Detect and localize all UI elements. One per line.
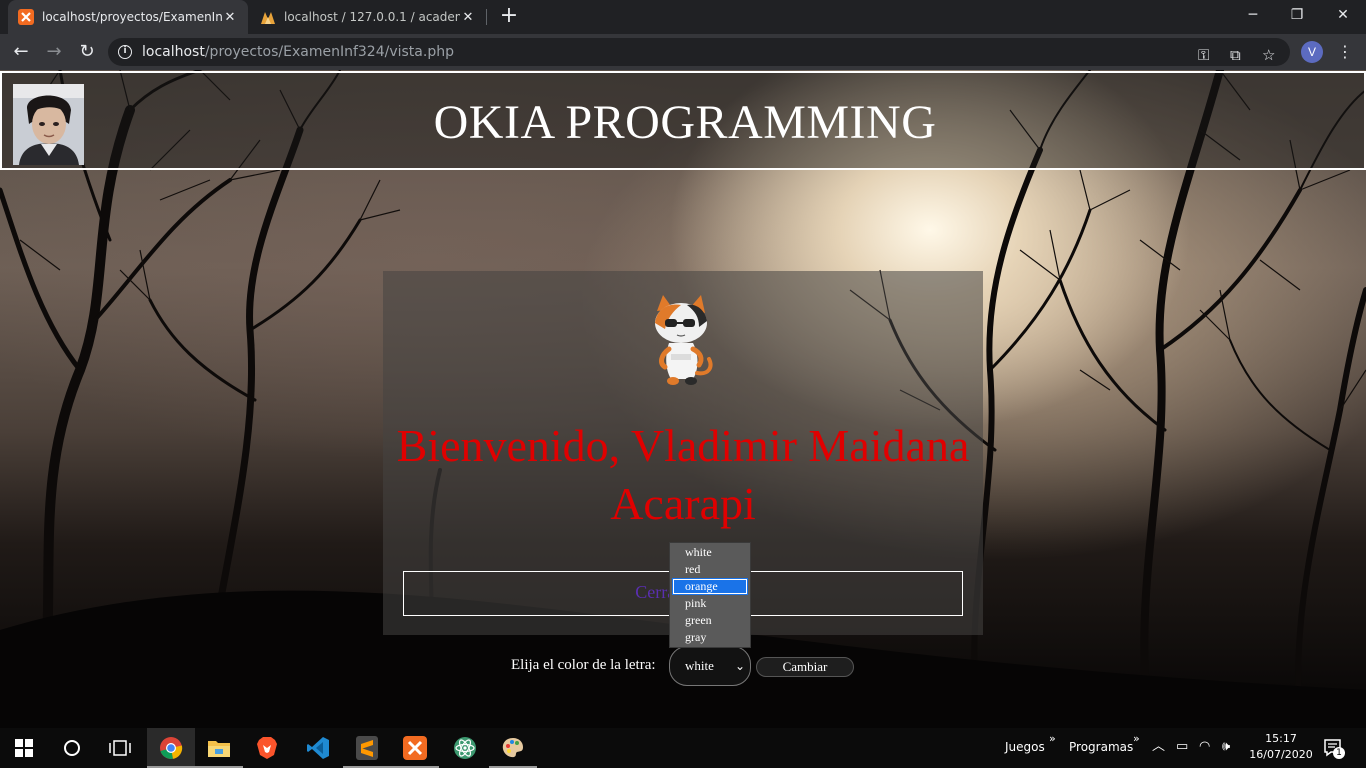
color-option-green[interactable]: green: [670, 612, 750, 629]
toolbar-programas[interactable]: Programas: [1069, 740, 1133, 754]
cat-mascot-icon: [655, 295, 713, 385]
close-window-button[interactable]: ✕: [1320, 0, 1366, 30]
restore-button[interactable]: ❐: [1274, 0, 1320, 30]
color-option-orange[interactable]: orange: [672, 578, 748, 595]
address-bar[interactable]: i localhost/proyectos/ExamenInf324/vista…: [108, 38, 1290, 66]
forward-icon[interactable]: →: [42, 40, 66, 64]
url-host: localhost: [142, 44, 205, 60]
color-option-gray[interactable]: gray: [670, 629, 750, 646]
chevron-right-icon[interactable]: »: [1133, 732, 1140, 745]
clock-time: 15:17: [1265, 732, 1297, 745]
atom-icon[interactable]: [441, 728, 489, 768]
new-tab-button[interactable]: +: [498, 5, 520, 29]
windows-taskbar: Juegos » Programas » ︿ ▭ ◠ 🕪 15:17 16/07…: [0, 728, 1366, 768]
reload-icon[interactable]: ↻: [75, 40, 99, 64]
vscode-icon[interactable]: [294, 728, 342, 768]
notification-center-icon[interactable]: 1: [1323, 738, 1345, 759]
key-icon[interactable]: ⚿: [1198, 46, 1209, 64]
tab-phpmyadmin[interactable]: localhost / 127.0.0.1 / academico ✕: [250, 0, 486, 34]
file-explorer-icon[interactable]: [195, 728, 243, 768]
translate-icon[interactable]: ⧉: [1230, 46, 1241, 64]
brave-icon[interactable]: [243, 728, 291, 768]
tab-vista[interactable]: localhost/proyectos/ExamenInf324 ✕: [8, 0, 248, 34]
page-title: OKIA PROGRAMMING: [433, 96, 937, 149]
color-option-pink[interactable]: pink: [670, 595, 750, 612]
cortana-icon[interactable]: [48, 728, 96, 768]
color-option-red[interactable]: red: [670, 561, 750, 578]
xampp-icon[interactable]: [391, 728, 439, 768]
minimize-button[interactable]: ─: [1230, 0, 1276, 30]
color-form: Elija el color de la letra: white ⌄ Camb…: [0, 643, 1366, 686]
xampp-favicon-icon: [18, 9, 34, 25]
tab-title: localhost / 127.0.0.1 / academico: [284, 10, 460, 24]
page-viewport: OKIA PROGRAMMING Bienvenido, Vladimir Ma…: [0, 70, 1366, 728]
show-hidden-icons-icon[interactable]: ︿: [1152, 738, 1165, 756]
tab-divider: [486, 9, 487, 25]
toolbar-juegos[interactable]: Juegos: [1005, 740, 1045, 754]
notification-badge: 1: [1333, 747, 1345, 759]
color-select[interactable]: white ⌄: [669, 646, 751, 686]
chevron-right-icon[interactable]: »: [1049, 732, 1056, 745]
battery-icon[interactable]: ▭: [1176, 738, 1188, 756]
profile-avatar[interactable]: V: [1301, 41, 1323, 63]
sublime-icon[interactable]: [343, 728, 391, 768]
phpmyadmin-favicon-icon: [261, 12, 275, 24]
tab-strip: localhost/proyectos/ExamenInf324 ✕ local…: [0, 0, 1366, 34]
clock-date: 16/07/2020: [1249, 748, 1313, 761]
tab-close-icon[interactable]: ✕: [460, 10, 476, 25]
change-color-button[interactable]: Cambiar: [756, 657, 854, 677]
paint-icon[interactable]: [489, 728, 537, 768]
welcome-heading: Bienvenido, Vladimir Maidana Acarapi: [396, 420, 970, 529]
system-clock[interactable]: 15:17 16/07/2020: [1246, 731, 1316, 763]
tab-close-icon[interactable]: ✕: [222, 10, 238, 25]
tab-title: localhost/proyectos/ExamenInf324: [42, 10, 222, 24]
start-icon[interactable]: [0, 728, 48, 768]
star-icon[interactable]: ☆: [1262, 46, 1275, 64]
color-dropdown-list: white red orange pink green gray: [669, 542, 751, 648]
menu-icon[interactable]: ⋮: [1337, 42, 1353, 62]
info-icon[interactable]: i: [118, 45, 132, 59]
color-select-value: white: [685, 658, 714, 673]
site-header: OKIA PROGRAMMING: [0, 71, 1366, 170]
chrome-icon[interactable]: [147, 728, 195, 768]
color-option-white[interactable]: white: [670, 544, 750, 561]
url-path: /proyectos/ExamenInf324/vista.php: [204, 44, 454, 60]
color-label: Elija el color de la letra:: [511, 657, 656, 673]
browser-toolbar: ← → ↻ i localhost/proyectos/ExamenInf324…: [0, 34, 1366, 70]
volume-icon[interactable]: 🕪: [1222, 738, 1230, 756]
chevron-down-icon: ⌄: [734, 659, 745, 673]
task-view-icon[interactable]: [96, 728, 144, 768]
wifi-icon[interactable]: ◠: [1199, 738, 1210, 756]
back-icon[interactable]: ←: [9, 40, 33, 64]
